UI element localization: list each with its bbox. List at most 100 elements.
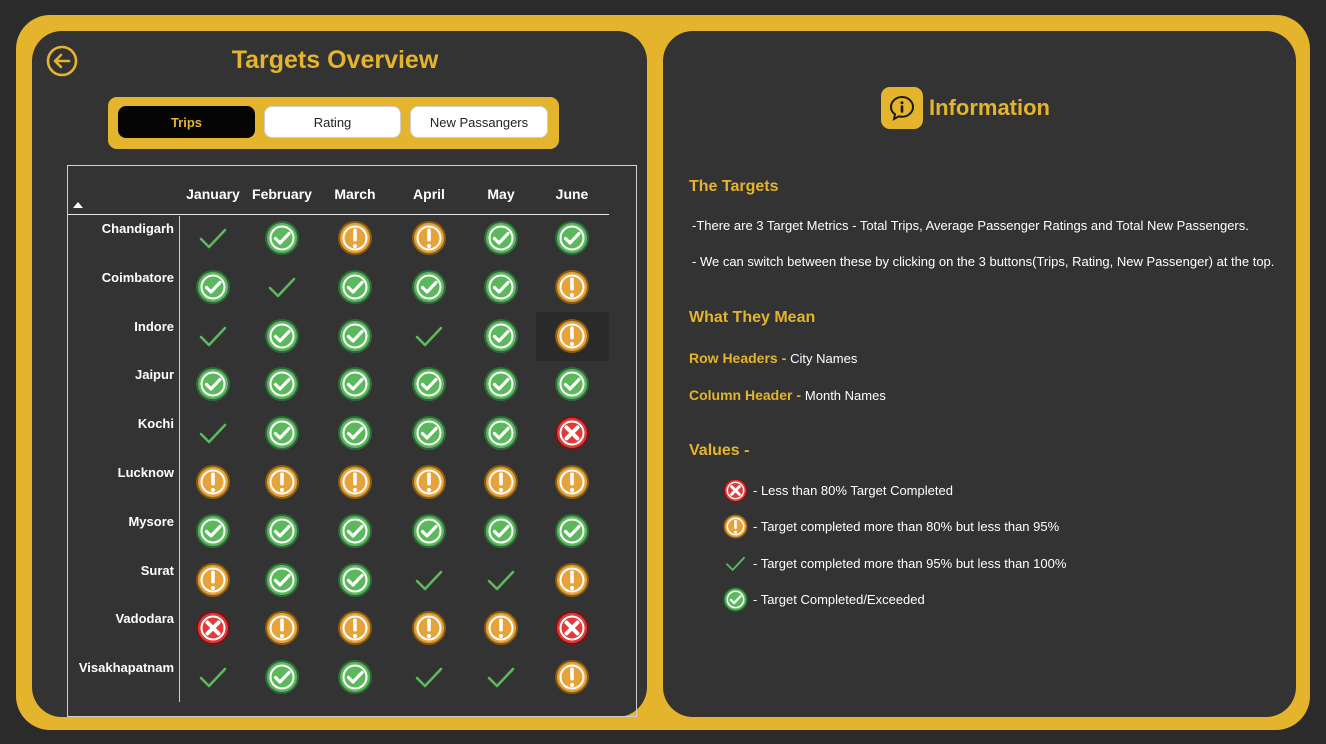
- check-circle-icon[interactable]: [410, 512, 448, 550]
- check-mark-icon[interactable]: [194, 317, 232, 355]
- information-title: Information: [929, 95, 1050, 120]
- check-circle-icon[interactable]: [336, 268, 374, 306]
- check-mark-icon[interactable]: [194, 219, 232, 257]
- legend-80-to-95: - Target completed more than 80% but les…: [722, 513, 1059, 540]
- cross-circle-icon: [722, 477, 749, 504]
- warning-circle-icon[interactable]: [410, 609, 448, 647]
- tab-rating[interactable]: Rating: [264, 106, 401, 138]
- check-circle-icon[interactable]: [336, 561, 374, 599]
- check-circle-icon[interactable]: [482, 317, 520, 355]
- column-header-may[interactable]: May: [465, 186, 537, 202]
- check-circle-icon[interactable]: [263, 512, 301, 550]
- check-circle-icon[interactable]: [336, 512, 374, 550]
- column-header-june[interactable]: June: [536, 186, 608, 202]
- check-circle-icon: [722, 586, 749, 613]
- check-circle-icon[interactable]: [336, 414, 374, 452]
- check-circle-icon[interactable]: [553, 219, 591, 257]
- row-header-indore[interactable]: Indore: [68, 319, 174, 334]
- warning-circle-icon[interactable]: [336, 463, 374, 501]
- row-header-chandigarh[interactable]: Chandigarh: [68, 221, 174, 236]
- back-button[interactable]: [46, 45, 78, 77]
- check-circle-icon[interactable]: [263, 658, 301, 696]
- check-mark-icon[interactable]: [410, 561, 448, 599]
- check-circle-icon[interactable]: [482, 268, 520, 306]
- row-header-coimbatore[interactable]: Coimbatore: [68, 270, 174, 285]
- warning-circle-icon[interactable]: [553, 463, 591, 501]
- check-circle-icon[interactable]: [336, 365, 374, 403]
- row-header-surat[interactable]: Surat: [68, 563, 174, 578]
- row-headers-value: City Names: [790, 351, 858, 366]
- warning-circle-icon[interactable]: [336, 219, 374, 257]
- targets-matrix: January February March April May June Chandiga…: [67, 165, 637, 717]
- cross-circle-icon[interactable]: [553, 414, 591, 452]
- check-mark-icon[interactable]: [194, 414, 232, 452]
- sort-ascending-icon[interactable]: [73, 202, 83, 208]
- check-circle-icon[interactable]: [482, 219, 520, 257]
- column-header-february[interactable]: February: [246, 186, 318, 202]
- check-circle-icon[interactable]: [194, 268, 232, 306]
- check-mark-icon[interactable]: [410, 658, 448, 696]
- row-header-mysore[interactable]: Mysore: [68, 514, 174, 529]
- warning-circle-icon[interactable]: [553, 561, 591, 599]
- warning-circle-icon[interactable]: [194, 561, 232, 599]
- row-header-jaipur[interactable]: Jaipur: [68, 367, 174, 382]
- warning-circle-icon[interactable]: [336, 609, 374, 647]
- check-mark-icon[interactable]: [263, 268, 301, 306]
- check-circle-icon[interactable]: [336, 317, 374, 355]
- row-header-kochi[interactable]: Kochi: [68, 416, 174, 431]
- tab-trips[interactable]: Trips: [118, 106, 255, 138]
- check-circle-icon[interactable]: [263, 414, 301, 452]
- row-header-vadodara[interactable]: Vadodara: [68, 611, 174, 626]
- warning-circle-icon[interactable]: [482, 609, 520, 647]
- check-circle-icon[interactable]: [263, 219, 301, 257]
- column-header-april[interactable]: April: [393, 186, 465, 202]
- warning-circle-icon[interactable]: [553, 268, 591, 306]
- check-mark-icon[interactable]: [194, 658, 232, 696]
- warning-circle-icon[interactable]: [263, 463, 301, 501]
- legend-text: - Target Completed/Exceeded: [753, 592, 925, 607]
- check-mark-icon[interactable]: [482, 561, 520, 599]
- row-header-visakhapatnam[interactable]: Visakhapatnam: [68, 660, 174, 675]
- cross-circle-icon[interactable]: [553, 609, 591, 647]
- row-headers-key: Row Headers -: [689, 350, 787, 366]
- check-circle-icon[interactable]: [553, 365, 591, 403]
- warning-circle-icon[interactable]: [482, 463, 520, 501]
- warning-circle-icon[interactable]: [410, 219, 448, 257]
- column-header-january[interactable]: January: [177, 186, 249, 202]
- column-header-divider: [68, 214, 609, 215]
- check-circle-icon[interactable]: [194, 365, 232, 403]
- tab-new-passangers[interactable]: New Passangers: [410, 106, 548, 138]
- column-header-definition: Column Header - Month Names: [689, 387, 886, 403]
- check-circle-icon[interactable]: [336, 658, 374, 696]
- legend-less-than-80: - Less than 80% Target Completed: [722, 477, 953, 504]
- warning-circle-icon[interactable]: [263, 609, 301, 647]
- check-circle-icon[interactable]: [410, 414, 448, 452]
- legend-text: - Less than 80% Target Completed: [753, 483, 953, 498]
- check-circle-icon[interactable]: [263, 365, 301, 403]
- warning-circle-icon[interactable]: [553, 658, 591, 696]
- check-circle-icon[interactable]: [482, 365, 520, 403]
- column-header-value: Month Names: [804, 388, 886, 403]
- check-circle-icon[interactable]: [482, 512, 520, 550]
- check-mark-icon[interactable]: [482, 658, 520, 696]
- warning-circle-icon[interactable]: [553, 317, 591, 355]
- check-circle-icon[interactable]: [410, 365, 448, 403]
- check-mark-icon[interactable]: [410, 317, 448, 355]
- cross-circle-icon[interactable]: [194, 609, 232, 647]
- check-circle-icon[interactable]: [410, 268, 448, 306]
- arrow-left-circle-icon: [46, 45, 78, 77]
- page-title: Targets Overview: [231, 46, 439, 74]
- legend-completed-exceeded: - Target Completed/Exceeded: [722, 586, 925, 613]
- check-circle-icon[interactable]: [263, 317, 301, 355]
- warning-circle-icon[interactable]: [194, 463, 232, 501]
- check-mark-icon: [722, 550, 749, 577]
- column-header-key: Column Header -: [689, 387, 802, 403]
- check-circle-icon[interactable]: [194, 512, 232, 550]
- row-header-lucknow[interactable]: Lucknow: [68, 465, 174, 480]
- column-header-march[interactable]: March: [319, 186, 391, 202]
- check-circle-icon[interactable]: [553, 512, 591, 550]
- check-circle-icon[interactable]: [482, 414, 520, 452]
- warning-circle-icon[interactable]: [410, 463, 448, 501]
- check-circle-icon[interactable]: [263, 561, 301, 599]
- targets-line-1: -There are 3 Target Metrics - Total Trip…: [692, 218, 1249, 233]
